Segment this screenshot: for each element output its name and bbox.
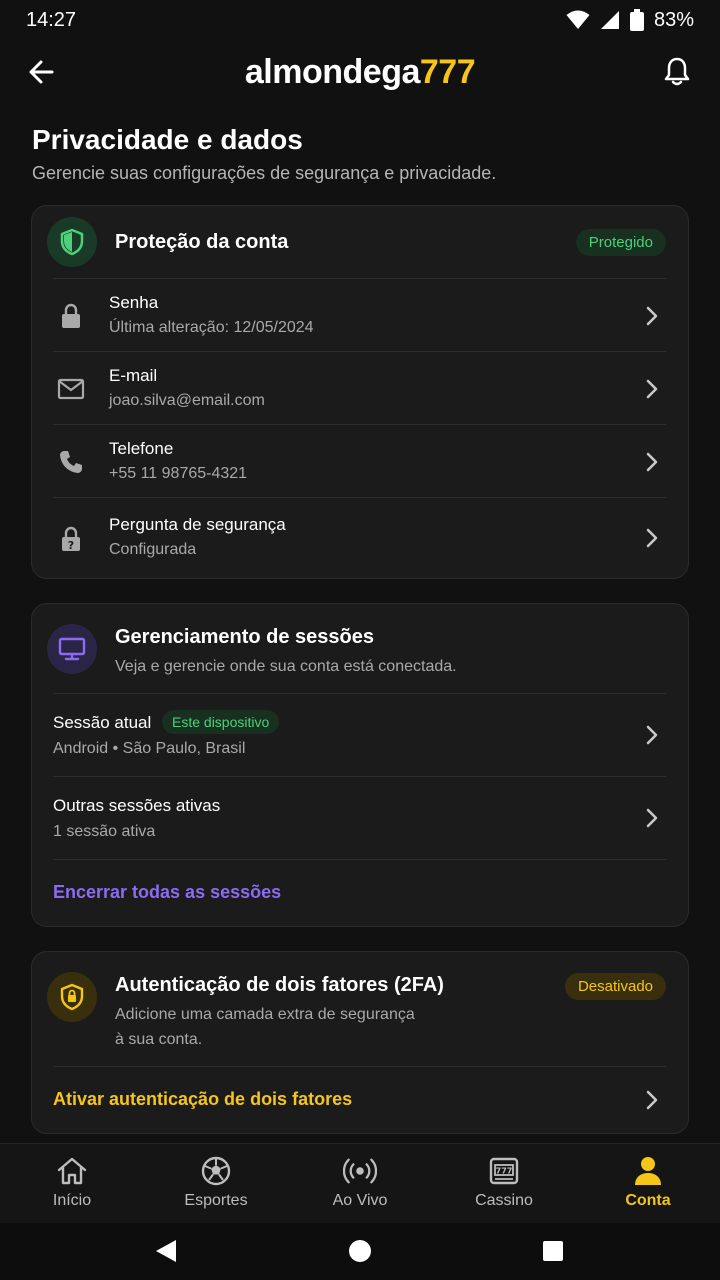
row-title: Pergunta de segurança [109, 515, 286, 534]
live-broadcast-icon [343, 1154, 377, 1188]
nav-label: Ao Vivo [332, 1192, 388, 1209]
chevron-right-icon [642, 526, 662, 550]
monitor-icon-wrap [47, 624, 97, 674]
chevron-right-icon [642, 723, 662, 747]
lock-icon [56, 301, 86, 331]
page-subtitle: Gerencie suas configurações de segurança… [32, 163, 497, 183]
bell-icon [664, 57, 690, 86]
notifications-button[interactable] [660, 54, 694, 88]
monitor-icon [58, 637, 86, 661]
chevron-right-icon [642, 806, 662, 830]
row-title: E-mail [109, 366, 158, 385]
battery-icon [629, 9, 644, 31]
end-all-sessions-link[interactable]: Encerrar todas as sessões [53, 882, 281, 903]
nav-label: Início [52, 1192, 92, 1209]
nav-item-live[interactable]: Ao Vivo [288, 1144, 432, 1223]
phone-icon [56, 447, 86, 477]
status-badge: Protegido [575, 229, 666, 256]
system-navigation-bar [0, 1223, 720, 1280]
divider [53, 859, 666, 860]
nav-label: Conta [625, 1192, 671, 1209]
other-sessions-row[interactable]: Outras sessões ativas 1 sessão ativa [32, 777, 688, 859]
list-item-email[interactable]: E-mail joao.silva@email.com [32, 352, 688, 425]
enable-2fa-link[interactable]: Ativar autenticação de dois fatores [53, 1089, 352, 1110]
current-session-row[interactable]: Sessão atual Este dispositivo Android • … [32, 694, 688, 776]
chevron-right-icon [642, 450, 662, 474]
list-item-phone[interactable]: Telefone +55 11 98765-4321 [32, 425, 688, 498]
soccer-ball-icon [199, 1154, 233, 1188]
status-icons: 83% [566, 9, 694, 32]
logo-text: almondega [244, 52, 420, 91]
twofa-title: Autenticação de dois fatores (2FA) [115, 974, 444, 996]
chevron-right-icon [642, 377, 662, 401]
chevron-right-icon [642, 304, 662, 328]
bottom-navigation: Início Esportes Ao Vivo 777 Cassino Cont… [0, 1143, 720, 1223]
square-recents-icon [543, 1241, 563, 1261]
two-factor-card: Autenticação de dois fatores (2FA) Desat… [31, 951, 689, 1134]
back-button[interactable] [26, 56, 58, 88]
lock-question-icon: ? [56, 524, 86, 554]
list-item-password[interactable]: Senha Última alteração: 12/05/2024 [32, 279, 688, 352]
twofa-description-line1: Adicione uma camada extra de segurança [115, 1006, 415, 1023]
nav-item-casino[interactable]: 777 Cassino [432, 1144, 576, 1223]
nav-item-sports[interactable]: Esportes [144, 1144, 288, 1223]
system-home-button[interactable] [346, 1237, 374, 1265]
mail-icon [56, 374, 86, 404]
chevron-right-icon [642, 1088, 662, 1112]
svg-text:?: ? [68, 539, 74, 552]
slot-machine-icon: 777 [487, 1154, 521, 1188]
row-subtitle: Android • São Paulo, Brasil [53, 740, 246, 757]
battery-percent: 83% [653, 8, 694, 31]
nav-label: Esportes [184, 1192, 248, 1209]
row-title: Outras sessões ativas [53, 796, 221, 815]
row-title: Sessão atual [53, 713, 152, 732]
account-protection-card: Proteção da conta Protegido Senha Última… [31, 205, 689, 579]
row-subtitle: joao.silva@email.com [109, 392, 265, 409]
nav-label: Cassino [475, 1192, 533, 1209]
triangle-back-icon [156, 1240, 176, 1262]
sessions-title: Gerenciamento de sessões [115, 626, 375, 648]
user-icon [631, 1154, 665, 1188]
wifi-icon [566, 10, 590, 29]
protection-icon-wrap [47, 217, 97, 267]
nav-item-home[interactable]: Início [0, 1144, 144, 1223]
nav-item-account[interactable]: Conta [576, 1144, 720, 1223]
row-title: Telefone [109, 439, 174, 458]
logo-number: 777 [419, 52, 476, 91]
shield-lock-icon-wrap [47, 972, 97, 1022]
row-subtitle: Última alteração: 12/05/2024 [109, 319, 314, 336]
list-item-security-question[interactable]: ? Pergunta de segurança Configurada [32, 498, 688, 578]
row-subtitle: +55 11 98765-4321 [109, 465, 248, 482]
twofa-description-line2: à sua conta. [115, 1031, 203, 1048]
row-title: Senha [109, 293, 159, 312]
protection-title: Proteção da conta [115, 231, 289, 253]
device-badge: Este dispositivo [162, 710, 280, 734]
row-subtitle: Configurada [109, 541, 197, 558]
shield-icon [60, 228, 84, 256]
signal-icon [600, 11, 619, 29]
enable-2fa-row[interactable]: Ativar autenticação de dois fatores [32, 1067, 688, 1133]
sessions-description: Veja e gerencie onde sua conta está cone… [115, 658, 457, 675]
system-back-button[interactable] [152, 1237, 180, 1265]
app-header: almondega777 [0, 40, 720, 104]
page-title: Privacidade e dados [32, 124, 303, 155]
circle-home-icon [349, 1240, 371, 1262]
shield-lock-icon [60, 983, 84, 1011]
system-recents-button[interactable] [539, 1237, 567, 1265]
session-management-card: Gerenciamento de sessões Veja e gerencie… [31, 603, 689, 927]
home-icon [55, 1154, 89, 1188]
status-bar: 14:27 83% [0, 0, 720, 40]
row-subtitle: 1 sessão ativa [53, 823, 156, 840]
brand-logo: almondega777 [244, 52, 476, 92]
arrow-left-icon [29, 60, 54, 84]
status-time: 14:27 [26, 8, 77, 31]
status-badge: Desativado [564, 973, 666, 1000]
svg-text:777: 777 [496, 1167, 513, 1176]
